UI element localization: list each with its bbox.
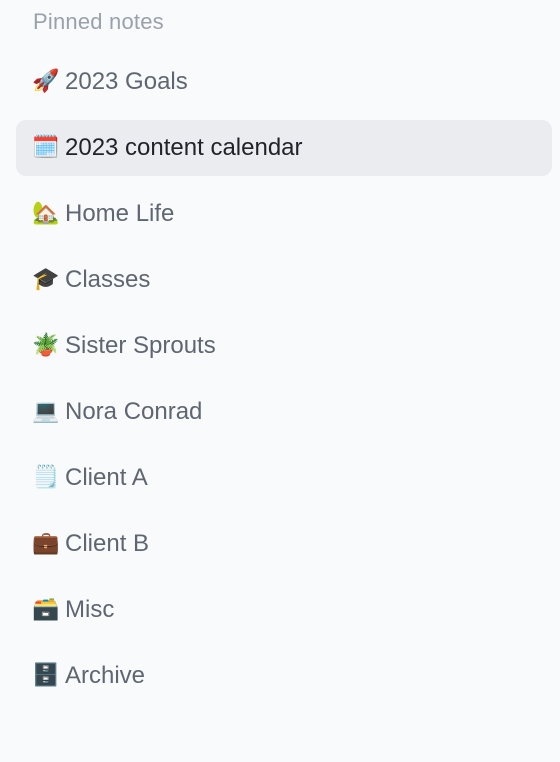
pinned-note-label: Classes [65, 266, 151, 293]
section-title: Pinned notes [33, 9, 164, 34]
pinned-note-item[interactable]: 🗃️ Misc [16, 582, 552, 638]
pinned-note-label: Home Life [65, 200, 175, 227]
pinned-notes-sidebar: Pinned notes 🚀 2023 Goals 🗓️ 2023 conten… [0, 0, 560, 762]
calendar-icon: 🗓️ [32, 135, 60, 160]
card-file-box-icon: 🗃️ [32, 597, 60, 622]
pinned-note-item[interactable]: 🏡 Home Life [16, 186, 552, 242]
pinned-note-label: Archive [65, 662, 146, 689]
pinned-note-label: Client A [65, 464, 148, 491]
laptop-icon: 💻 [32, 399, 60, 424]
pinned-note-label: Client B [65, 530, 150, 557]
pinned-note-label: 2023 Goals [65, 68, 188, 95]
briefcase-icon: 💼 [32, 531, 60, 556]
graduation-cap-icon: 🎓 [32, 267, 60, 292]
pinned-note-item[interactable]: 💻 Nora Conrad [16, 384, 552, 440]
rocket-icon: 🚀 [32, 69, 60, 94]
pinned-note-item[interactable]: 🚀 2023 Goals [16, 54, 552, 110]
pinned-note-item[interactable]: 💼 Client B [16, 516, 552, 572]
pinned-note-item[interactable]: 🗒️ Client A [16, 450, 552, 506]
pinned-note-item[interactable]: 🎓 Classes [16, 252, 552, 308]
notepad-icon: 🗒️ [32, 465, 60, 490]
pinned-note-label: Nora Conrad [65, 398, 203, 425]
house-icon: 🏡 [32, 201, 60, 226]
pinned-note-label: Misc [65, 596, 115, 623]
pinned-note-item[interactable]: 🪴 Sister Sprouts [16, 318, 552, 374]
file-cabinet-icon: 🗄️ [32, 663, 60, 688]
pinned-note-item-selected[interactable]: 🗓️ 2023 content calendar [16, 120, 552, 176]
pinned-note-item[interactable]: 🗄️ Archive [16, 648, 552, 704]
pinned-note-label: Sister Sprouts [65, 332, 216, 359]
pinned-notes-list: 🚀 2023 Goals 🗓️ 2023 content calendar 🏡 … [16, 54, 552, 714]
pinned-note-label: 2023 content calendar [65, 134, 303, 161]
potted-plant-icon: 🪴 [32, 333, 60, 358]
